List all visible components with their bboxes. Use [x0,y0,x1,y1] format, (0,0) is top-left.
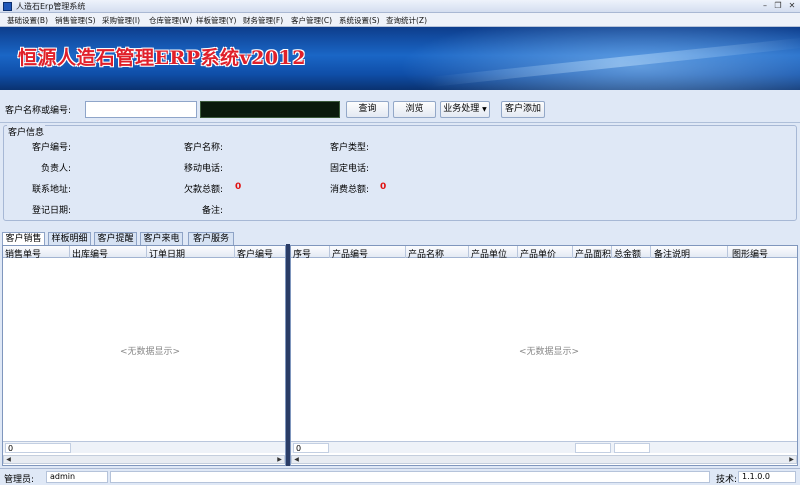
menu-samples[interactable]: 样板管理(Y) [196,15,236,26]
column-header[interactable]: 图形编号 [732,247,768,260]
column-header[interactable]: 总金额 [614,247,641,260]
tab-customer-service[interactable]: 客户服务 [188,232,234,245]
menu-basic-settings[interactable]: 基础设置(B) [7,15,48,26]
column-header[interactable]: 客户编号 [237,247,273,260]
menu-bar: 基础设置(B) 销售管理(S) 采购管理(I) 仓库管理(W) 样板管理(Y) … [0,13,800,27]
column-divider[interactable] [405,246,406,258]
menu-query-stats[interactable]: 查询统计(Z) [386,15,427,26]
scroll-right-icon[interactable]: ▶ [787,456,796,464]
column-divider[interactable] [468,246,469,258]
search-input[interactable] [85,101,197,118]
row-count: 0 [5,443,71,453]
column-divider[interactable] [727,246,728,258]
column-header[interactable]: 销售单号 [5,247,41,260]
column-divider[interactable] [517,246,518,258]
business-button-label: 业务处理 [443,104,480,114]
column-divider[interactable] [146,246,147,258]
menu-customers[interactable]: 客户管理(C) [291,15,332,26]
right-products-table: 序号 产品编号 产品名称 产品单位 产品单价 产品面积 总金额 备注说明 图形编… [290,245,798,466]
column-header[interactable]: 订单日期 [149,247,185,260]
scroll-right-icon[interactable]: ▶ [275,456,284,464]
column-divider[interactable] [234,246,235,258]
amount-total [614,443,650,453]
reg-date-label: 登记日期: [31,206,71,216]
tab-customer-reminders[interactable]: 客户提醒 [94,232,137,245]
search-label: 客户名称或编号: [5,106,72,116]
consume-label: 消费总额: [329,185,369,195]
menu-purchase[interactable]: 采购管理(I) [102,15,140,26]
consume-value: 0 [380,182,387,192]
tab-sample-details[interactable]: 样板明细 [48,232,91,245]
version-value: 1.1.0.0 [738,471,796,483]
empty-message: <无数据显示> [120,347,181,357]
chevron-down-icon: ▼ [482,106,487,113]
column-header[interactable]: 产品单价 [520,247,556,260]
restore-icon[interactable]: ❐ [772,1,784,11]
left-horizontal-scrollbar[interactable]: ◀ ▶ [3,455,285,464]
customer-type-label: 客户类型: [329,143,369,153]
customer-name-label: 客户名称: [183,143,223,153]
right-table-footer: 0 [291,441,797,453]
left-table-header: 销售单号 出库编号 订单日期 客户编号 [3,246,285,260]
customer-info-group: 客户信息 客户编号: 客户名称: 客户类型: 负责人: 移动电话: 固定电话: … [3,125,797,221]
add-customer-button[interactable]: 客户添加 [501,101,545,118]
remark-label: 备注: [201,206,223,216]
row-count: 0 [293,443,329,453]
minimize-icon[interactable]: – [759,1,771,11]
status-bar: 管理员: admin 技术: 1.1.0.0 [0,468,800,485]
tab-customer-calls[interactable]: 客户来电 [140,232,183,245]
scroll-left-icon[interactable]: ◀ [292,456,301,464]
column-divider[interactable] [611,246,612,258]
area-total [575,443,611,453]
status-message [110,471,710,483]
banner-title: 恒源人造石管理ERP系统v2012 [18,47,306,69]
column-header[interactable]: 序号 [293,247,311,260]
business-dropdown-button[interactable]: 业务处理 ▼ [440,101,490,118]
search-bar: 客户名称或编号: 查询 浏览 业务处理 ▼ 客户添加 [0,91,800,123]
tab-customer-sales[interactable]: 客户销售 [2,232,45,245]
scroll-left-icon[interactable]: ◀ [4,456,13,464]
customer-info-title: 客户信息 [7,125,46,138]
column-divider[interactable] [572,246,573,258]
led-display [200,101,340,118]
right-table-header: 序号 产品编号 产品名称 产品单位 产品单价 产品面积 总金额 备注说明 图形编… [291,246,797,260]
left-table-footer: 0 [3,441,285,453]
close-icon[interactable]: ✕ [786,1,798,11]
browse-button[interactable]: 浏览 [393,101,436,118]
customer-no-label: 客户编号: [31,143,71,153]
manager-label: 负责人: [40,164,71,174]
banner: 恒源人造石管理ERP系统v2012 [0,27,800,90]
menu-finance[interactable]: 财务管理(F) [243,15,283,26]
app-icon [3,2,12,11]
column-header[interactable]: 产品编号 [332,247,368,260]
phone-label: 固定电话: [329,164,369,174]
address-label: 联系地址: [31,185,71,195]
admin-value: admin [46,471,108,483]
column-divider[interactable] [650,246,651,258]
column-header[interactable]: 产品面积 [575,247,611,260]
menu-system[interactable]: 系统设置(S) [339,15,380,26]
title-bar: 人造石Erp管理系统 – ❐ ✕ [0,0,800,13]
column-header[interactable]: 产品单位 [471,247,507,260]
mobile-label: 移动电话: [183,164,223,174]
column-header[interactable]: 产品名称 [408,247,444,260]
window-title: 人造石Erp管理系统 [16,2,86,11]
column-divider[interactable] [329,246,330,258]
tech-label: 技术: [716,475,738,485]
empty-message: <无数据显示> [519,347,580,357]
column-divider[interactable] [69,246,70,258]
left-sales-table: 销售单号 出库编号 订单日期 客户编号 <无数据显示> 0 ◀ ▶ [2,245,286,466]
menu-sales[interactable]: 销售管理(S) [55,15,96,26]
column-header[interactable]: 备注说明 [654,247,690,260]
menu-warehouse[interactable]: 仓库管理(W) [149,15,192,26]
right-horizontal-scrollbar[interactable]: ◀ ▶ [291,455,797,464]
arrears-value: 0 [235,182,242,192]
admin-label: 管理员: [4,475,35,485]
query-button[interactable]: 查询 [346,101,389,118]
column-header[interactable]: 出库编号 [72,247,108,260]
arrears-label: 欠款总额: [183,185,223,195]
